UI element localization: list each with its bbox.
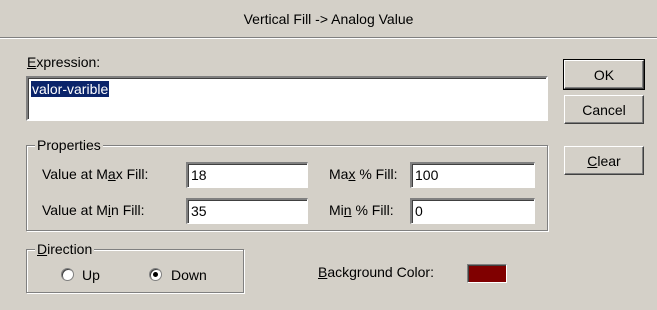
min-pct-fill-label: Min % Fill: [329, 202, 394, 218]
expression-value: valor-varible [31, 81, 110, 97]
max-pct-fill-input[interactable]: 100 [410, 162, 535, 188]
ok-button[interactable]: OK [563, 59, 645, 90]
max-fill-label: Value at Max Fill: [42, 166, 149, 182]
max-fill-input[interactable]: 18 [186, 162, 308, 188]
direction-group-title: Direction [35, 241, 95, 257]
properties-group-title: Properties [35, 137, 103, 153]
direction-down-radio[interactable] [149, 268, 162, 281]
background-color-label: Background Color: [318, 264, 434, 280]
expression-label: Expression: [27, 54, 101, 70]
background-color-swatch[interactable] [467, 264, 507, 283]
min-fill-label: Value at Min Fill: [42, 202, 145, 218]
clear-button[interactable]: Clear [564, 146, 644, 175]
expression-input[interactable]: valor-varible [26, 76, 548, 121]
dialog-title-bar: Vertical Fill -> Analog Value [0, 0, 657, 38]
radio-selected-dot [153, 272, 158, 277]
max-pct-fill-label: Max % Fill: [329, 166, 398, 182]
dialog-title: Vertical Fill -> Analog Value [243, 10, 414, 27]
direction-up-label[interactable]: Up [82, 267, 100, 283]
direction-down-label[interactable]: Down [171, 267, 207, 283]
min-pct-fill-input[interactable]: 0 [410, 198, 535, 224]
cancel-button[interactable]: Cancel [564, 95, 644, 124]
direction-up-radio[interactable] [61, 268, 74, 281]
min-fill-input[interactable]: 35 [186, 198, 308, 224]
